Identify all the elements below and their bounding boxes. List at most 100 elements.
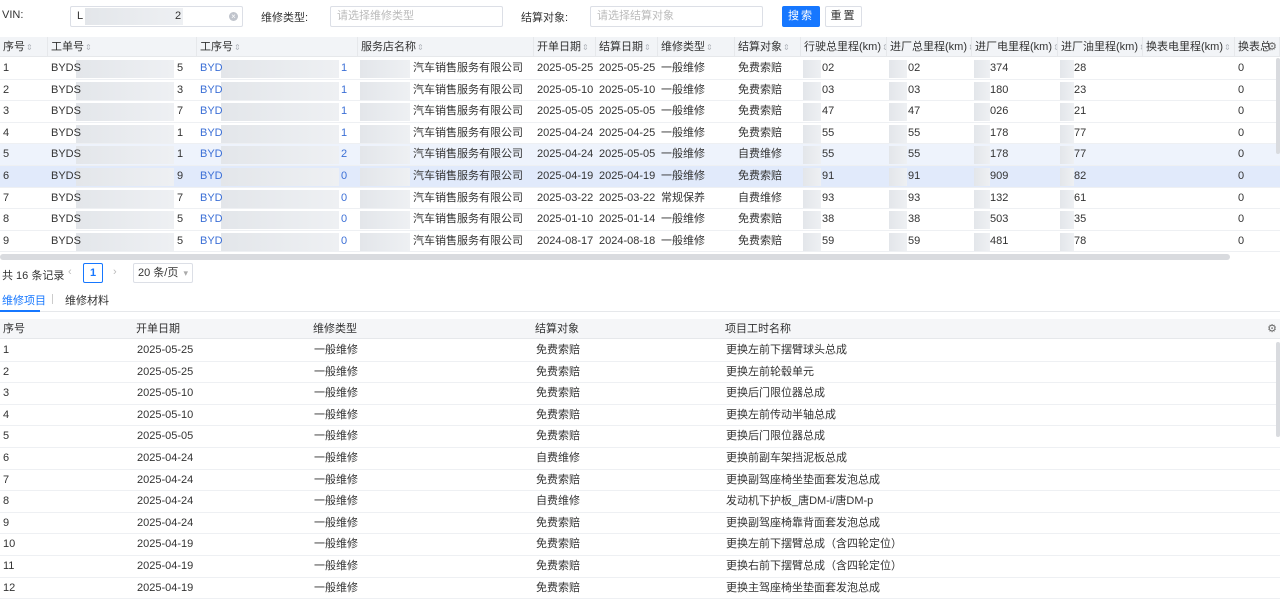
cell-date: 2025-04-24 (137, 473, 194, 486)
cell-proc[interactable]: BYD (197, 166, 223, 187)
sort-icon[interactable]: ⇕ (26, 43, 33, 52)
repair-type-select[interactable]: 请选择维修类型 (330, 6, 503, 27)
tab-repair-items[interactable]: 维修项目 (2, 292, 46, 308)
bottom-table-settings-gear-icon[interactable]: ⚙ (1266, 323, 1278, 335)
cell-proc[interactable]: BYD (197, 123, 223, 144)
cell-proc[interactable]: BYD (197, 58, 223, 79)
list-item[interactable]: 4 2025-05-10 一般维修 免费索赔 更换左前传动半轴总成 (0, 405, 1280, 427)
cell-proc-end[interactable]: 0 (338, 188, 347, 209)
top-col-header[interactable]: 进厂总里程(km)⇕ (887, 37, 972, 57)
pagination-prev[interactable]: ‹ (68, 266, 72, 278)
redaction-block (221, 146, 339, 165)
cell-name: 更换右前下摆臂总成（含四轮定位） (726, 560, 902, 572)
list-item[interactable]: 6 2025-04-24 一般维修 自费维修 更换前副车架挡泥板总成 (0, 448, 1280, 470)
bottom-col-header[interactable]: 开单日期 (133, 319, 310, 339)
top-col-header[interactable]: 工单号⇕ (48, 37, 197, 57)
top-col-header[interactable]: 服务店名称⇕ (358, 37, 534, 57)
reset-button[interactable]: 重置 (825, 6, 862, 27)
tab-repair-materials[interactable]: 维修材料 (65, 292, 109, 308)
list-item[interactable]: 1 2025-05-25 一般维修 免费索赔 更换左前下摆臂球头总成 (0, 340, 1280, 362)
bottom-col-header[interactable]: 项目工时名称 (722, 319, 1280, 339)
top-col-header[interactable]: 开单日期⇕ (534, 37, 596, 57)
cell-proc-end[interactable]: 1 (338, 123, 347, 144)
cell-total: 03 (822, 83, 835, 96)
top-col-header[interactable]: 行驶总里程(km)⇕ (801, 37, 887, 57)
top-table-settings-gear-icon[interactable]: ⚙ (1266, 41, 1278, 53)
cell-name: 发动机下护板_唐DM-i/唐DM-p (726, 495, 874, 508)
bottom-table-vertical-scrollbar[interactable] (1276, 342, 1280, 437)
sort-icon[interactable]: ⇕ (644, 43, 651, 52)
pagination-next[interactable]: › (113, 266, 117, 278)
cell-proc[interactable]: BYD (197, 101, 223, 122)
pagination-current-page[interactable]: 1 (83, 263, 103, 283)
list-item[interactable]: 8 2025-04-24 一般维修 自费维修 发动机下护板_唐DM-i/唐DM-p (0, 491, 1280, 513)
sort-icon[interactable]: ⇕ (582, 43, 589, 52)
sort-icon[interactable]: ⇕ (85, 43, 92, 52)
cell-order-end: 1 (177, 148, 184, 161)
cell-in-total: 47 (908, 105, 921, 118)
list-item[interactable]: 2 2025-05-25 一般维修 免费索赔 更换左前轮毂单元 (0, 362, 1280, 384)
list-item[interactable]: 9 2025-04-24 一般维修 免费索赔 更换副驾座椅靠背面套发泡总成 (0, 513, 1280, 535)
top-col-header[interactable]: 进厂油里程(km)⇕ (1058, 37, 1143, 57)
list-item[interactable]: 3 2025-05-10 一般维修 免费索赔 更换后门限位器总成 (0, 383, 1280, 405)
sort-icon[interactable]: ⇕ (1224, 43, 1231, 52)
top-col-header[interactable]: 进厂电里程(km)⇕ (972, 37, 1058, 57)
cell-proc[interactable]: BYD (197, 144, 223, 165)
top-col-header[interactable]: 工序号⇕ (197, 37, 358, 57)
cell-date: 2025-05-10 (137, 408, 194, 421)
cell-date: 2025-05-05 (137, 430, 194, 443)
top-col-header[interactable]: 序号⇕ (0, 37, 48, 57)
top-col-header[interactable]: 结算日期⇕ (596, 37, 658, 57)
cell-proc-end[interactable]: 0 (338, 166, 347, 187)
list-item[interactable]: 5 2025-05-05 一般维修 免费索赔 更换后门限位器总成 (0, 426, 1280, 448)
sort-icon[interactable]: ⇕ (783, 43, 790, 52)
list-item[interactable]: 10 2025-04-19 一般维修 免费索赔 更换左前下摆臂总成（含四轮定位） (0, 534, 1280, 556)
cell-obj: 自费维修 (738, 148, 782, 161)
cell-proc[interactable]: BYD (197, 80, 223, 101)
redaction-block (221, 211, 339, 230)
cell-proc-end[interactable]: 0 (338, 231, 347, 252)
settle-object-select[interactable]: 请选择结算对象 (590, 6, 763, 27)
top-table-horizontal-scrollbar[interactable] (0, 254, 1230, 260)
cell-order-end: 5 (177, 62, 184, 74)
cell-proc[interactable]: BYD (197, 188, 223, 209)
sort-icon[interactable]: ⇕ (417, 43, 424, 52)
table-row[interactable]: 6 BYDS 9 BYD 0 汽车销售服务有限公司 2025-04-19 2025-04-19… (0, 166, 1280, 188)
top-col-header[interactable]: 结算对象⇕ (735, 37, 801, 57)
cell-proc[interactable]: BYD (197, 209, 223, 230)
cell-settle: 2025-05-05 (599, 148, 656, 161)
cell-proc-end[interactable]: 0 (338, 209, 347, 230)
redaction-block (76, 211, 174, 230)
table-row[interactable]: 3 BYDS 7 BYD 1 汽车销售服务有限公司 2025-05-05 2025-05-05… (0, 101, 1280, 123)
search-button[interactable]: 搜索 (782, 6, 820, 27)
cell-proc-end[interactable]: 1 (338, 58, 347, 79)
clear-icon[interactable]: × (229, 12, 238, 21)
bottom-col-header[interactable]: 结算对象 (532, 319, 722, 339)
cell-no: 4 (3, 126, 10, 139)
bottom-col-header[interactable]: 维修类型 (310, 319, 532, 339)
bottom-col-header[interactable]: 序号 (0, 319, 133, 339)
list-item[interactable]: 12 2025-04-19 一般维修 免费索赔 更换主驾座椅坐垫面套发泡总成 (0, 578, 1280, 600)
list-item[interactable]: 11 2025-04-19 一般维修 免费索赔 更换右前下摆臂总成（含四轮定位） (0, 556, 1280, 578)
cell-no: 5 (3, 148, 10, 161)
cell-proc[interactable]: BYD (197, 231, 223, 252)
cell-in-total: 93 (908, 191, 921, 204)
sort-icon[interactable]: ⇕ (706, 43, 713, 52)
top-col-header[interactable]: 换表电里程(km)⇕ (1143, 37, 1235, 57)
table-row[interactable]: 8 BYDS 5 BYD 0 汽车销售服务有限公司 2025-01-10 2025-01-14… (0, 209, 1280, 231)
table-row[interactable]: 9 BYDS 5 BYD 0 汽车销售服务有限公司 2024-08-17 2024-08-18… (0, 231, 1280, 253)
list-item[interactable]: 7 2025-04-24 一般维修 免费索赔 更换副驾座椅坐垫面套发泡总成 (0, 470, 1280, 492)
cell-proc-end[interactable]: 1 (338, 80, 347, 101)
cell-proc-end[interactable]: 2 (338, 144, 347, 165)
sort-icon[interactable]: ⇕ (234, 43, 241, 52)
table-row[interactable]: 7 BYDS 7 BYD 0 汽车销售服务有限公司 2025-03-22 2025-03-22… (0, 188, 1280, 210)
table-row[interactable]: 2 BYDS 3 BYD 1 汽车销售服务有限公司 2025-05-10 2025-05-10… (0, 80, 1280, 102)
top-table-vertical-scrollbar[interactable] (1276, 58, 1280, 154)
cell-proc-end[interactable]: 1 (338, 101, 347, 122)
table-row[interactable]: 5 BYDS 1 BYD 2 汽车销售服务有限公司 2025-04-24 2025-05-05… (0, 144, 1280, 166)
page-size-select[interactable]: 20 条/页 ▾ (133, 263, 193, 283)
table-row[interactable]: 1 BYDS 5 BYD 1 汽车销售服务有限公司 2025-05-25 2025-05-25… (0, 58, 1280, 80)
top-col-header[interactable]: 维修类型⇕ (658, 37, 735, 57)
vin-input[interactable]: L 2 × (70, 6, 243, 27)
table-row[interactable]: 4 BYDS 1 BYD 1 汽车销售服务有限公司 2025-04-24 2025-04-25… (0, 123, 1280, 145)
